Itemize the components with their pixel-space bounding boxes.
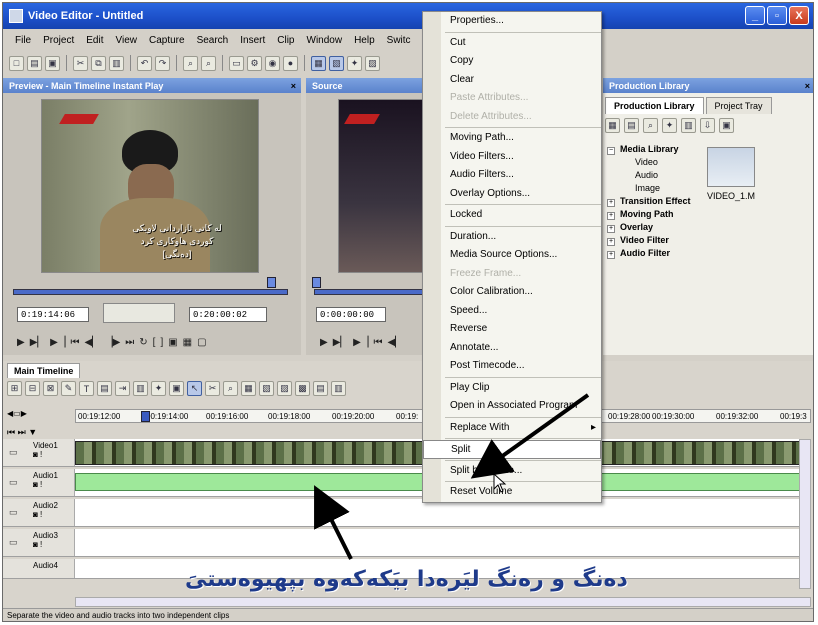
kurdish-annotation: ده‌نگ و ره‌نگ لیَره‌دا بیَکه‌که‌وه‌ بپهی… <box>185 567 628 592</box>
video-editor-window: Video Editor - Untitled _ ▫ X File Proje… <box>2 2 814 622</box>
arrow-to-clip <box>314 485 353 560</box>
arrow-to-split <box>470 393 590 479</box>
annotation-arrows <box>314 393 590 560</box>
